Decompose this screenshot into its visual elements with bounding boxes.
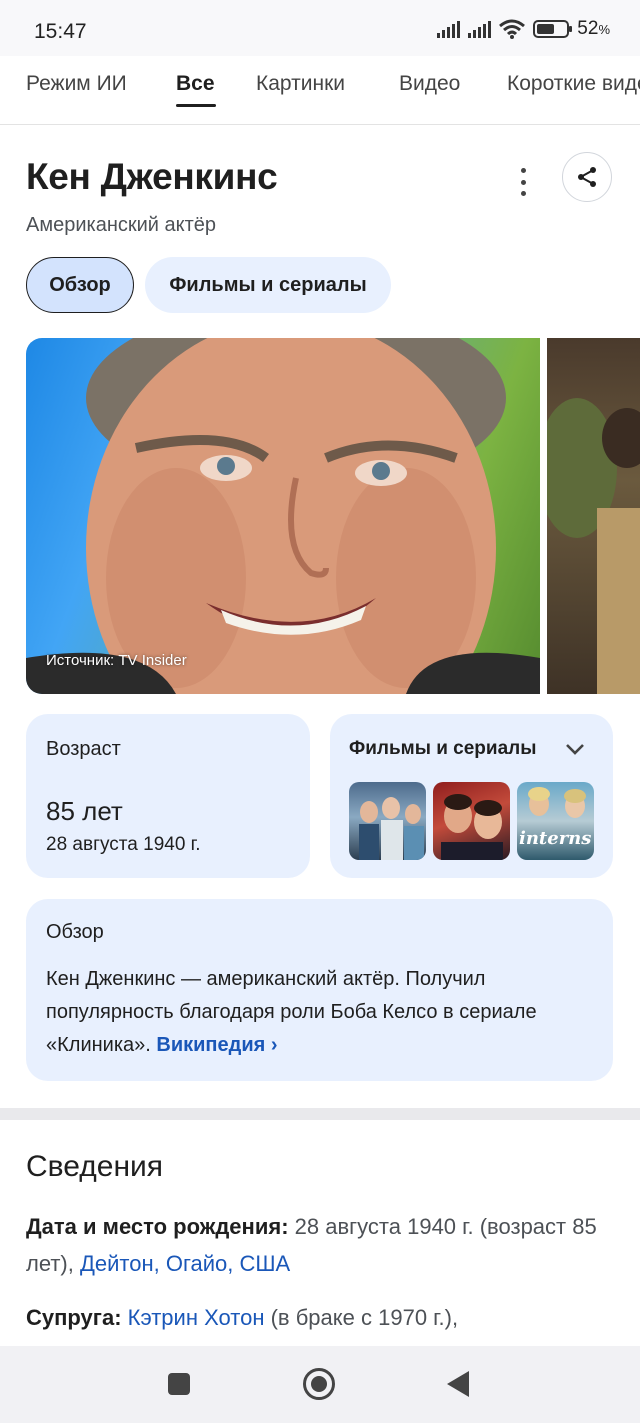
share-button[interactable]: [562, 152, 612, 202]
portrait-illustration: [26, 338, 540, 694]
thumbnail-caption: interns: [519, 828, 592, 849]
status-icons: 52%: [437, 18, 610, 40]
home-button[interactable]: [303, 1368, 335, 1400]
fact-spouse-label: Супруга:: [26, 1305, 122, 1330]
film-thumbnail[interactable]: [433, 782, 510, 860]
films-card[interactable]: Фильмы и сериалы interns: [330, 714, 613, 878]
tab-video[interactable]: Видео: [399, 72, 460, 96]
recent-apps-button[interactable]: [168, 1373, 190, 1395]
film-thumbnail[interactable]: interns: [517, 782, 594, 860]
overview-card: Обзор Кен Дженкинс — американский актёр.…: [26, 899, 613, 1081]
wifi-icon: [499, 19, 526, 39]
age-label: Возраст: [46, 738, 121, 760]
photo-credit: Источник: TV Insider: [46, 652, 187, 669]
fact-spouse-value: (в браке с 1970 г.),: [264, 1305, 459, 1330]
film-thumbnail[interactable]: [349, 782, 426, 860]
tab-short-videos[interactable]: Короткие видео: [507, 72, 640, 96]
signal-icon: [468, 20, 492, 38]
thumbnail-illustration: [441, 794, 503, 860]
fact-birth: Дата и место рождения: 28 августа 1940 г…: [26, 1208, 616, 1282]
fact-spouse: Супруга: Кэтрин Хотон (в браке с 1970 г.…: [26, 1299, 616, 1336]
wikipedia-link[interactable]: Википедия ›: [156, 1034, 277, 1056]
tab-all[interactable]: Все: [176, 72, 215, 96]
section-divider: [0, 1108, 640, 1120]
tab-ai-mode[interactable]: Режим ИИ: [26, 72, 127, 96]
share-icon: [578, 167, 596, 187]
details-title: Сведения: [26, 1150, 164, 1183]
status-time: 15:47: [34, 20, 87, 43]
age-value: 85 лет: [46, 796, 123, 826]
entity-subtitle: Американский актёр: [26, 214, 217, 236]
more-options-icon[interactable]: [516, 168, 530, 196]
tab-images[interactable]: Картинки: [256, 72, 345, 96]
search-tabs: Режим ИИ Все Картинки Видео Короткие вид…: [0, 56, 640, 125]
birthplace-link[interactable]: Дейтон, Огайо, США: [80, 1251, 290, 1276]
entity-photo[interactable]: Источник: TV Insider: [26, 338, 540, 694]
age-card[interactable]: Возраст 85 лет 28 августа 1940 г.: [26, 714, 310, 878]
films-card-title: Фильмы и сериалы: [349, 738, 537, 759]
entity-title: Кен Дженкинс: [26, 156, 278, 197]
fact-birth-label: Дата и место рождения:: [26, 1214, 289, 1239]
spouse-link[interactable]: Кэтрин Хотон: [128, 1305, 265, 1330]
chevron-down-icon[interactable]: [564, 740, 586, 758]
battery-icon: [533, 20, 573, 38]
birth-date: 28 августа 1940 г.: [46, 834, 201, 855]
chevron-right-icon: ›: [270, 1034, 278, 1056]
thumbnail-illustration: [359, 797, 424, 860]
overview-description: Кен Дженкинс — американский актёр. Получ…: [46, 968, 537, 1056]
battery-percent: 52%: [577, 18, 610, 39]
scene-illustration: [547, 398, 640, 694]
signal-icon: [437, 20, 461, 38]
entity-photo-secondary[interactable]: [547, 338, 640, 694]
overview-label: Обзор: [46, 921, 104, 943]
active-tab-indicator: [176, 104, 216, 107]
chip-overview[interactable]: Обзор: [26, 257, 134, 313]
back-button[interactable]: [447, 1371, 469, 1397]
chip-films-series[interactable]: Фильмы и сериалы: [145, 257, 391, 313]
status-bar: 15:47 52%: [0, 0, 640, 56]
